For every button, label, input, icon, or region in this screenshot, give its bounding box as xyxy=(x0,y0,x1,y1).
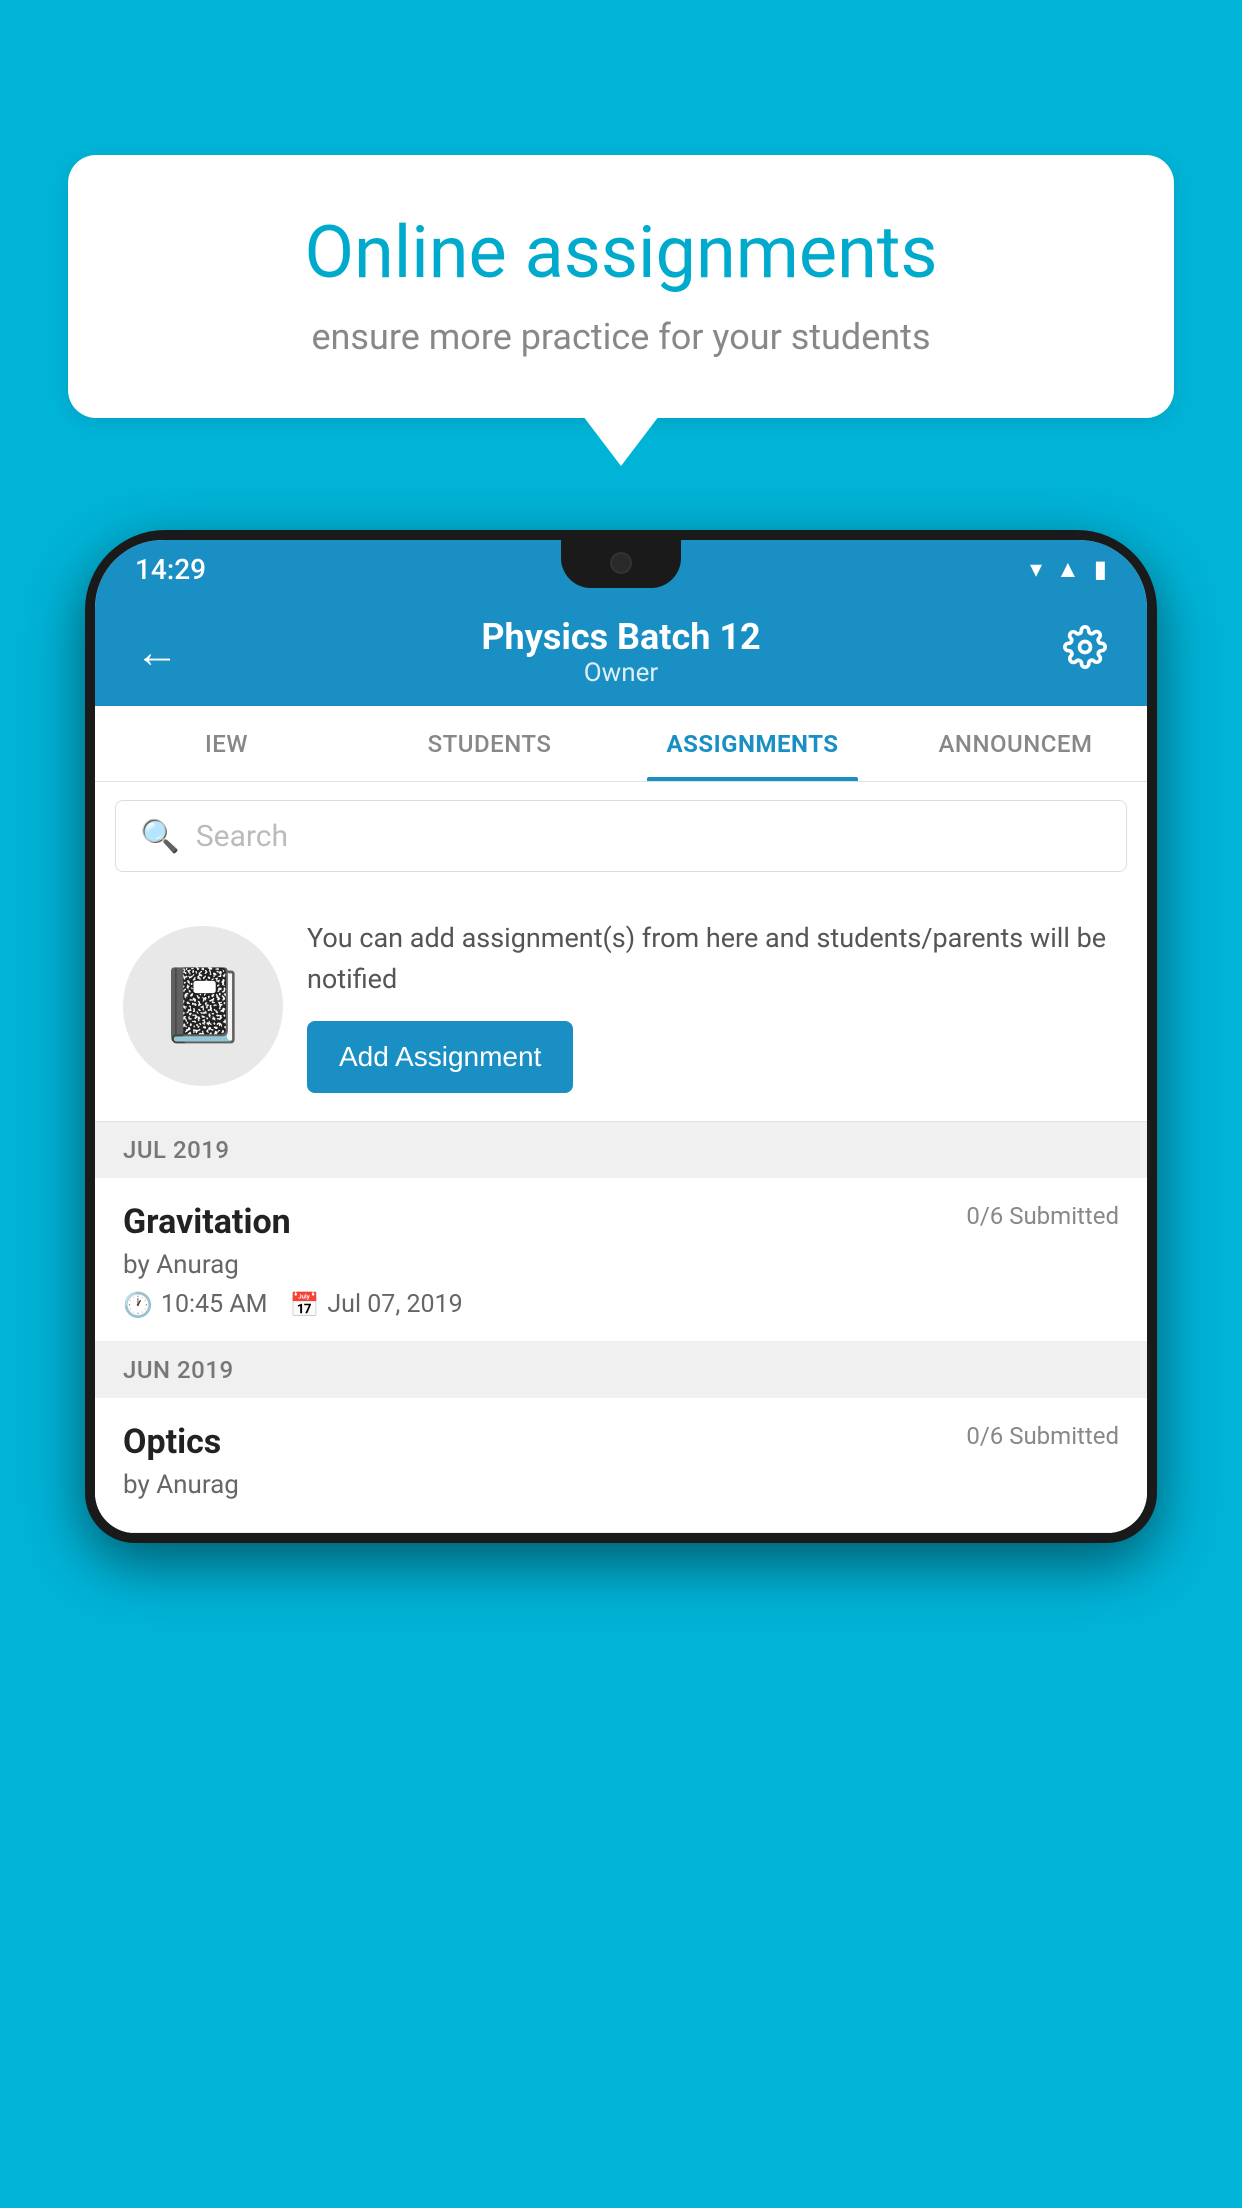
promo-content: You can add assignment(s) from here and … xyxy=(307,918,1119,1093)
assignment-submitted-optics: 0/6 Submitted xyxy=(966,1422,1119,1450)
speech-bubble-title: Online assignments xyxy=(138,210,1104,296)
search-icon: 🔍 xyxy=(140,817,180,855)
speech-bubble-subtitle: ensure more practice for your students xyxy=(138,316,1104,358)
clock-icon: 🕐 xyxy=(123,1291,153,1319)
camera-notch xyxy=(610,552,632,574)
search-placeholder: Search xyxy=(196,819,288,854)
assignment-top-row: Gravitation 0/6 Submitted xyxy=(123,1202,1119,1242)
assignment-meta-row-optics: by Anurag xyxy=(123,1470,1119,1500)
assignment-submitted: 0/6 Submitted xyxy=(966,1202,1119,1230)
phone-screen: 14:29 ▾ ▲ ▮ ← Physics Batch 12 Owner xyxy=(95,540,1147,1533)
promo-icon-circle: 📓 xyxy=(123,926,283,1086)
phone-wrapper: 14:29 ▾ ▲ ▮ ← Physics Batch 12 Owner xyxy=(85,530,1157,2208)
back-button[interactable]: ← xyxy=(125,616,189,688)
assignment-date: Jul 07, 2019 xyxy=(327,1290,462,1319)
section-header-jun: JUN 2019 xyxy=(95,1342,1147,1398)
battery-icon: ▮ xyxy=(1094,555,1107,583)
notebook-icon: 📓 xyxy=(158,963,248,1048)
tab-announcements[interactable]: ANNOUNCEM xyxy=(884,706,1147,781)
speech-bubble-card: Online assignments ensure more practice … xyxy=(68,155,1174,418)
section-header-jul: JUL 2019 xyxy=(95,1122,1147,1178)
tab-students[interactable]: STUDENTS xyxy=(358,706,621,781)
promo-card: 📓 You can add assignment(s) from here an… xyxy=(95,890,1147,1121)
assignment-item-optics[interactable]: Optics 0/6 Submitted by Anurag xyxy=(95,1398,1147,1533)
batch-name: Physics Batch 12 xyxy=(189,616,1053,658)
gear-icon xyxy=(1063,625,1107,669)
calendar-icon: 📅 xyxy=(289,1291,319,1319)
assignment-top-row-optics: Optics 0/6 Submitted xyxy=(123,1422,1119,1462)
search-container: 🔍 Search xyxy=(95,782,1147,890)
phone-notch xyxy=(561,540,681,588)
search-box[interactable]: 🔍 Search xyxy=(115,800,1127,872)
signal-icon: ▲ xyxy=(1056,555,1080,584)
status-icons: ▾ ▲ ▮ xyxy=(1030,555,1107,584)
settings-button[interactable] xyxy=(1053,615,1117,689)
assignment-author-optics: by Anurag xyxy=(123,1470,239,1500)
app-bar: ← Physics Batch 12 Owner xyxy=(95,598,1147,706)
assignment-name: Gravitation xyxy=(123,1202,291,1242)
assignment-time: 10:45 AM xyxy=(161,1290,268,1319)
assignment-name-optics: Optics xyxy=(123,1422,221,1462)
batch-role: Owner xyxy=(189,658,1053,688)
assignment-date-item: 📅 Jul 07, 2019 xyxy=(289,1290,462,1319)
phone-frame: 14:29 ▾ ▲ ▮ ← Physics Batch 12 Owner xyxy=(85,530,1157,1543)
assignment-time-row: 🕐 10:45 AM 📅 Jul 07, 2019 xyxy=(123,1290,1119,1319)
tabs-bar: IEW STUDENTS ASSIGNMENTS ANNOUNCEM xyxy=(95,706,1147,782)
wifi-icon: ▾ xyxy=(1030,555,1042,583)
assignment-item-gravitation[interactable]: Gravitation 0/6 Submitted by Anurag 🕐 10… xyxy=(95,1178,1147,1342)
status-time: 14:29 xyxy=(135,553,206,586)
tab-iew[interactable]: IEW xyxy=(95,706,358,781)
add-assignment-button[interactable]: Add Assignment xyxy=(307,1021,573,1093)
tab-assignments[interactable]: ASSIGNMENTS xyxy=(621,706,884,781)
assignment-time-item: 🕐 10:45 AM xyxy=(123,1290,267,1319)
assignment-author: by Anurag xyxy=(123,1250,239,1280)
app-bar-title: Physics Batch 12 Owner xyxy=(189,616,1053,688)
assignment-meta-row: by Anurag xyxy=(123,1250,1119,1280)
promo-text: You can add assignment(s) from here and … xyxy=(307,918,1119,999)
